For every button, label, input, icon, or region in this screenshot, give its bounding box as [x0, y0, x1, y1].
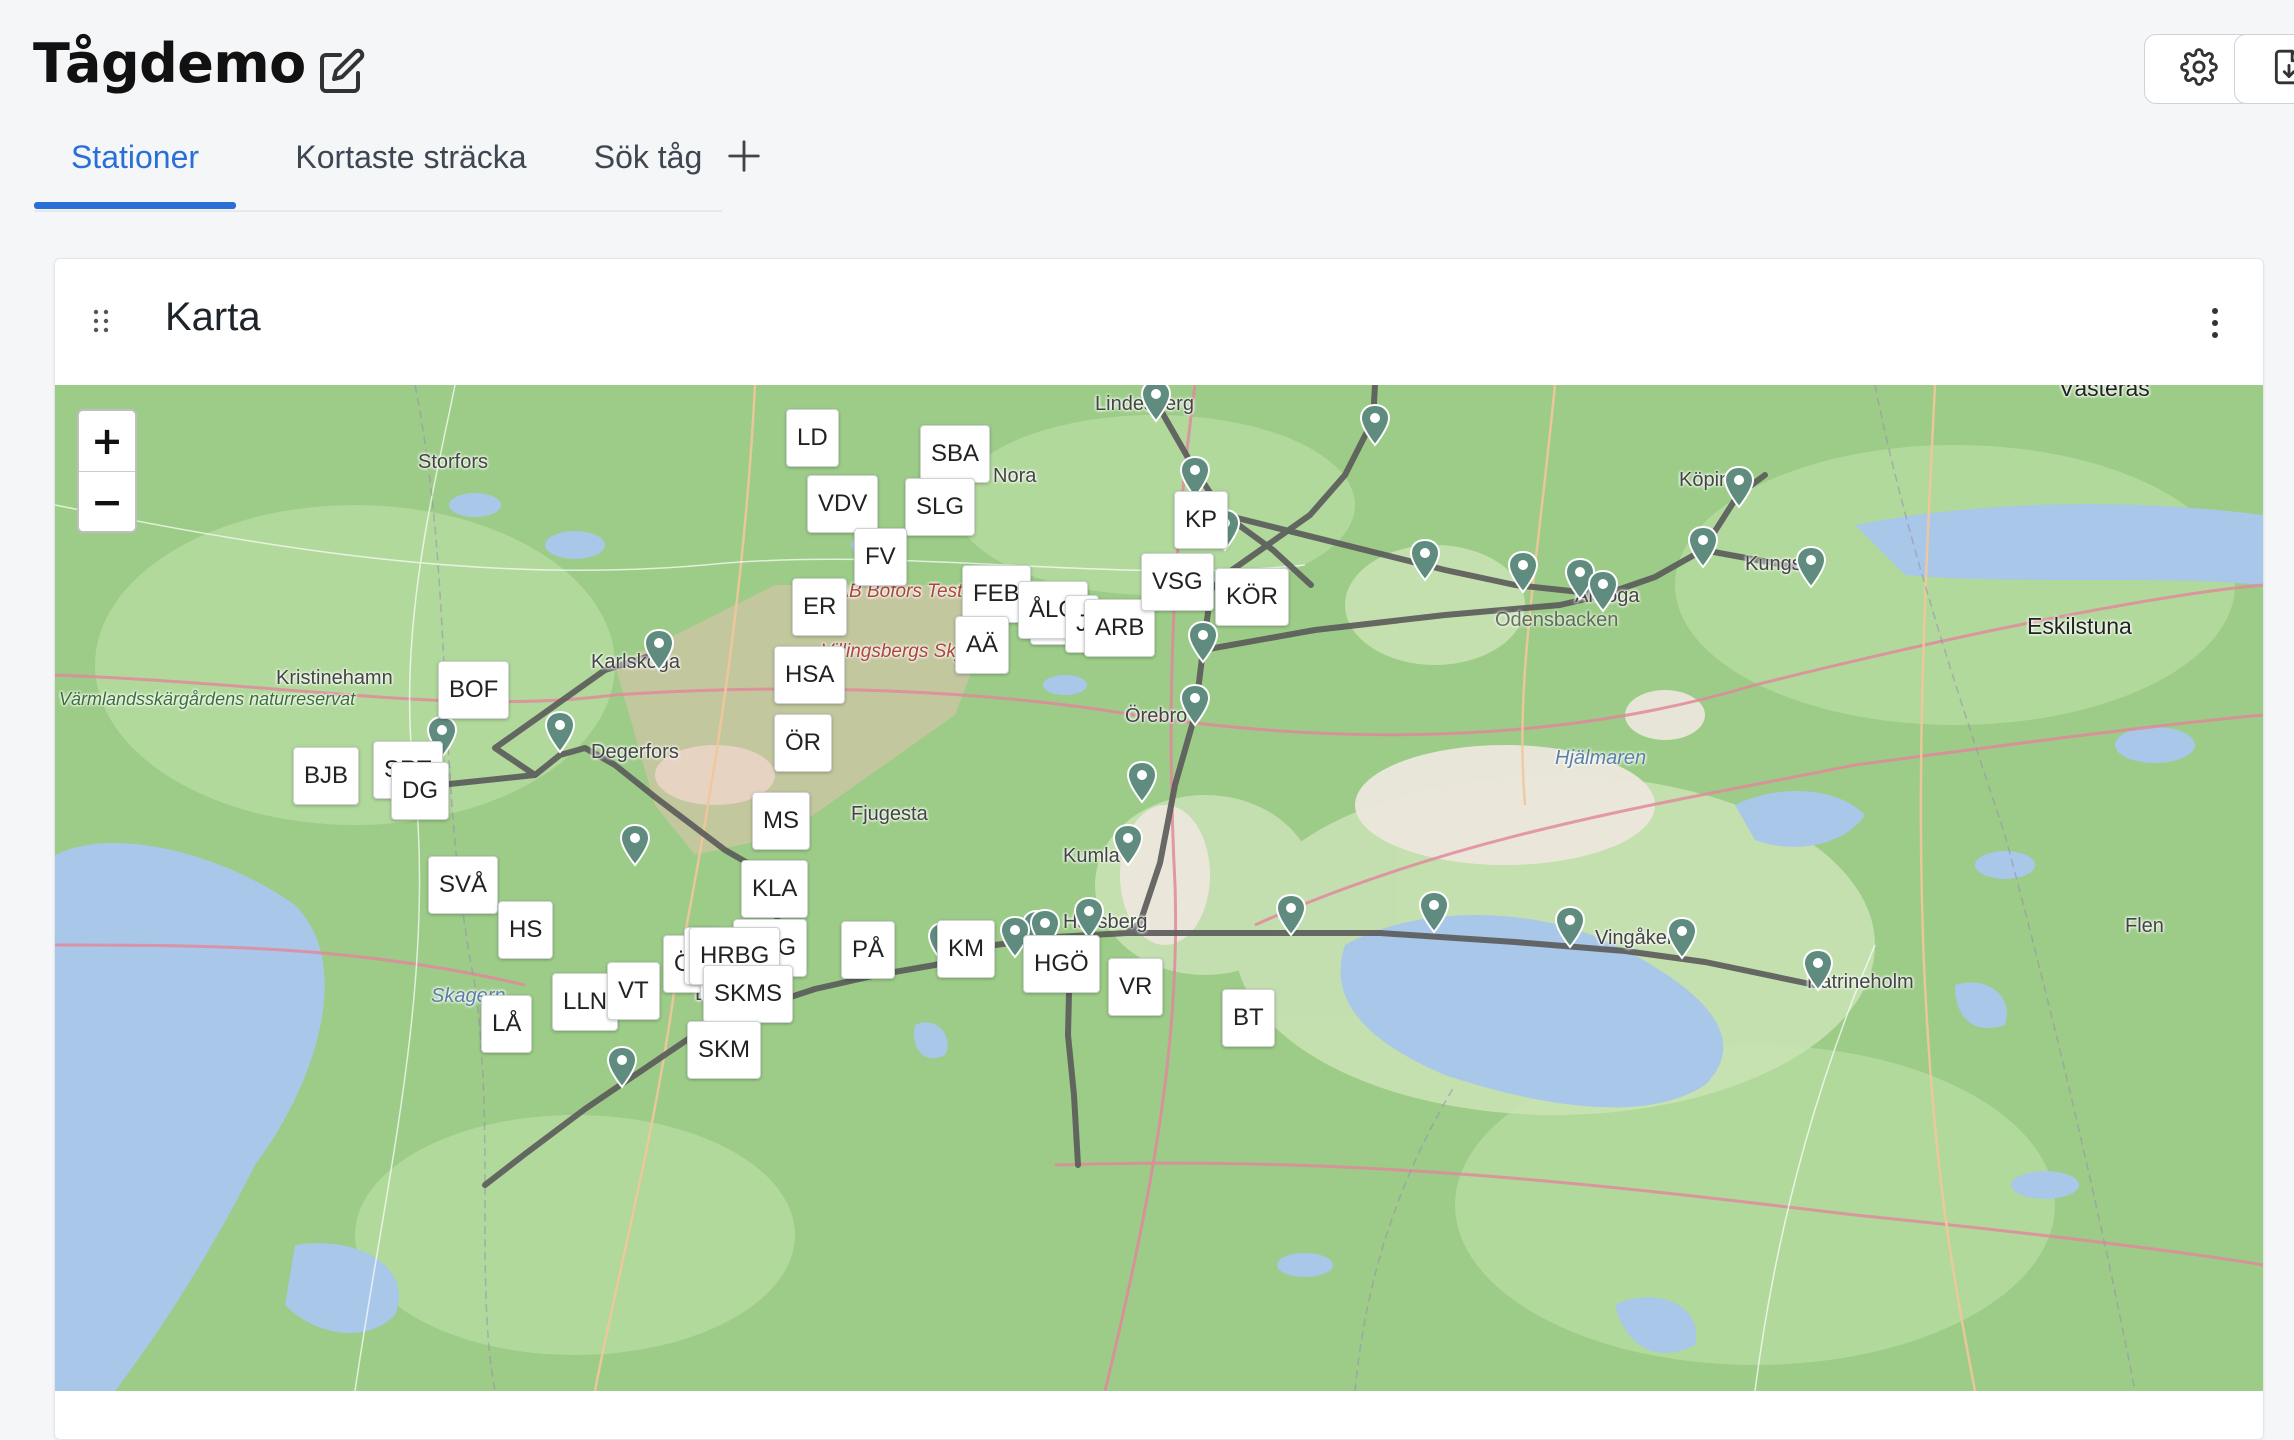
pencil-edit-icon[interactable]: [318, 47, 366, 95]
station-pin-icon[interactable]: [1072, 896, 1106, 940]
drag-handle-icon[interactable]: [91, 307, 111, 335]
card-title: Karta: [165, 295, 261, 339]
place-label: Eskilstuna: [2027, 613, 2132, 639]
station-pin-icon[interactable]: [605, 1045, 639, 1089]
export-button[interactable]: [2234, 34, 2294, 104]
station-label[interactable]: BOF: [438, 661, 510, 719]
gear-icon: [2180, 47, 2218, 91]
plus-icon: [725, 137, 763, 180]
place-label: Fjugesta: [851, 803, 928, 825]
station-pin-icon[interactable]: [1553, 905, 1587, 949]
place-label: Hjälmaren: [1555, 747, 1647, 769]
station-label[interactable]: KP: [1174, 491, 1229, 549]
station-label[interactable]: ÖR: [774, 714, 832, 772]
station-label[interactable]: LD: [786, 409, 839, 467]
station-pin-icon[interactable]: [1178, 683, 1212, 727]
place-label: Storfors: [418, 451, 489, 473]
map[interactable]: Lindesberg Västerås Storfors Nora Köping…: [55, 385, 2263, 1391]
station-label[interactable]: SKMS: [703, 965, 794, 1023]
zoom-control: + −: [77, 409, 137, 533]
station-pin-icon[interactable]: [1358, 403, 1392, 447]
add-tab-button[interactable]: [716, 128, 772, 188]
station-pin-icon[interactable]: [543, 710, 577, 754]
station-pin-icon[interactable]: [1186, 620, 1220, 664]
station-label[interactable]: DG: [391, 762, 449, 820]
station-pin-icon[interactable]: [1722, 465, 1756, 509]
station-pin-icon[interactable]: [1417, 890, 1451, 934]
station-label[interactable]: KM: [937, 920, 995, 978]
station-pin-icon[interactable]: [1686, 525, 1720, 569]
station-label[interactable]: ER: [792, 578, 848, 636]
station-pin-icon[interactable]: [1139, 385, 1173, 423]
station-pin-icon[interactable]: [1408, 538, 1442, 582]
station-pin-icon[interactable]: [642, 628, 676, 672]
zoom-in-button[interactable]: +: [79, 411, 135, 471]
place-label: Degerfors: [591, 741, 679, 763]
station-pin-icon[interactable]: [1111, 823, 1145, 867]
station-label[interactable]: HS: [498, 901, 554, 959]
station-label[interactable]: KÖR: [1215, 568, 1290, 626]
place-label: Nora: [993, 465, 1037, 487]
station-label[interactable]: VDV: [807, 475, 879, 533]
station-label[interactable]: BT: [1222, 989, 1275, 1047]
station-label[interactable]: VT: [607, 962, 660, 1020]
station-pin-icon[interactable]: [618, 823, 652, 867]
station-label[interactable]: SLG: [905, 478, 976, 536]
station-label[interactable]: AÄ: [955, 616, 1010, 674]
station-label[interactable]: LÅ: [481, 995, 533, 1053]
place-label: Flen: [2125, 915, 2164, 937]
station-pin-icon[interactable]: [1125, 760, 1159, 804]
file-download-icon: [2270, 48, 2294, 91]
station-label[interactable]: VR: [1108, 958, 1164, 1016]
station-pin-icon[interactable]: [1801, 948, 1835, 992]
station-label[interactable]: BJB: [293, 747, 360, 805]
station-label[interactable]: KLA: [741, 860, 809, 918]
station-pin-icon[interactable]: [1274, 893, 1308, 937]
tab-sok-tag[interactable]: Sök tåg: [578, 128, 718, 210]
zoom-out-button[interactable]: −: [79, 471, 135, 532]
station-label[interactable]: SBA: [920, 425, 991, 483]
active-tab-indicator: [34, 202, 236, 209]
station-label[interactable]: FV: [854, 528, 907, 586]
map-background: [55, 385, 2263, 1391]
place-label: Värmlandsskärgårdens naturreservat: [59, 689, 356, 709]
place-label: Kristinehamn: [276, 667, 393, 689]
kebab-menu-icon[interactable]: [2203, 303, 2227, 343]
station-pin-icon[interactable]: [1506, 550, 1540, 594]
station-label[interactable]: SVÅ: [428, 856, 499, 914]
map-card: Karta Västerås Storfors Nora Köping Kung…: [54, 258, 2264, 1440]
station-label[interactable]: PÅ: [841, 921, 896, 979]
station-label[interactable]: HGÖ: [1023, 935, 1100, 993]
station-label[interactable]: VSG: [1141, 553, 1214, 611]
tab-kortaste-stracka[interactable]: Kortaste sträcka: [266, 128, 556, 210]
station-pin-icon[interactable]: [1794, 545, 1828, 589]
station-pin-icon[interactable]: [1665, 916, 1699, 960]
station-label[interactable]: HSA: [774, 646, 846, 704]
station-label[interactable]: MS: [752, 792, 810, 850]
tab-stationer[interactable]: Stationer: [34, 128, 236, 210]
place-label: Vingåker: [1595, 927, 1674, 949]
station-pin-icon[interactable]: [1586, 569, 1620, 613]
tab-bar: Stationer Kortaste sträcka Sök tåg: [34, 128, 722, 212]
page-title: Tågdemo: [33, 32, 306, 95]
place-label: Västerås: [2059, 385, 2150, 401]
station-label[interactable]: SKM: [687, 1021, 762, 1079]
